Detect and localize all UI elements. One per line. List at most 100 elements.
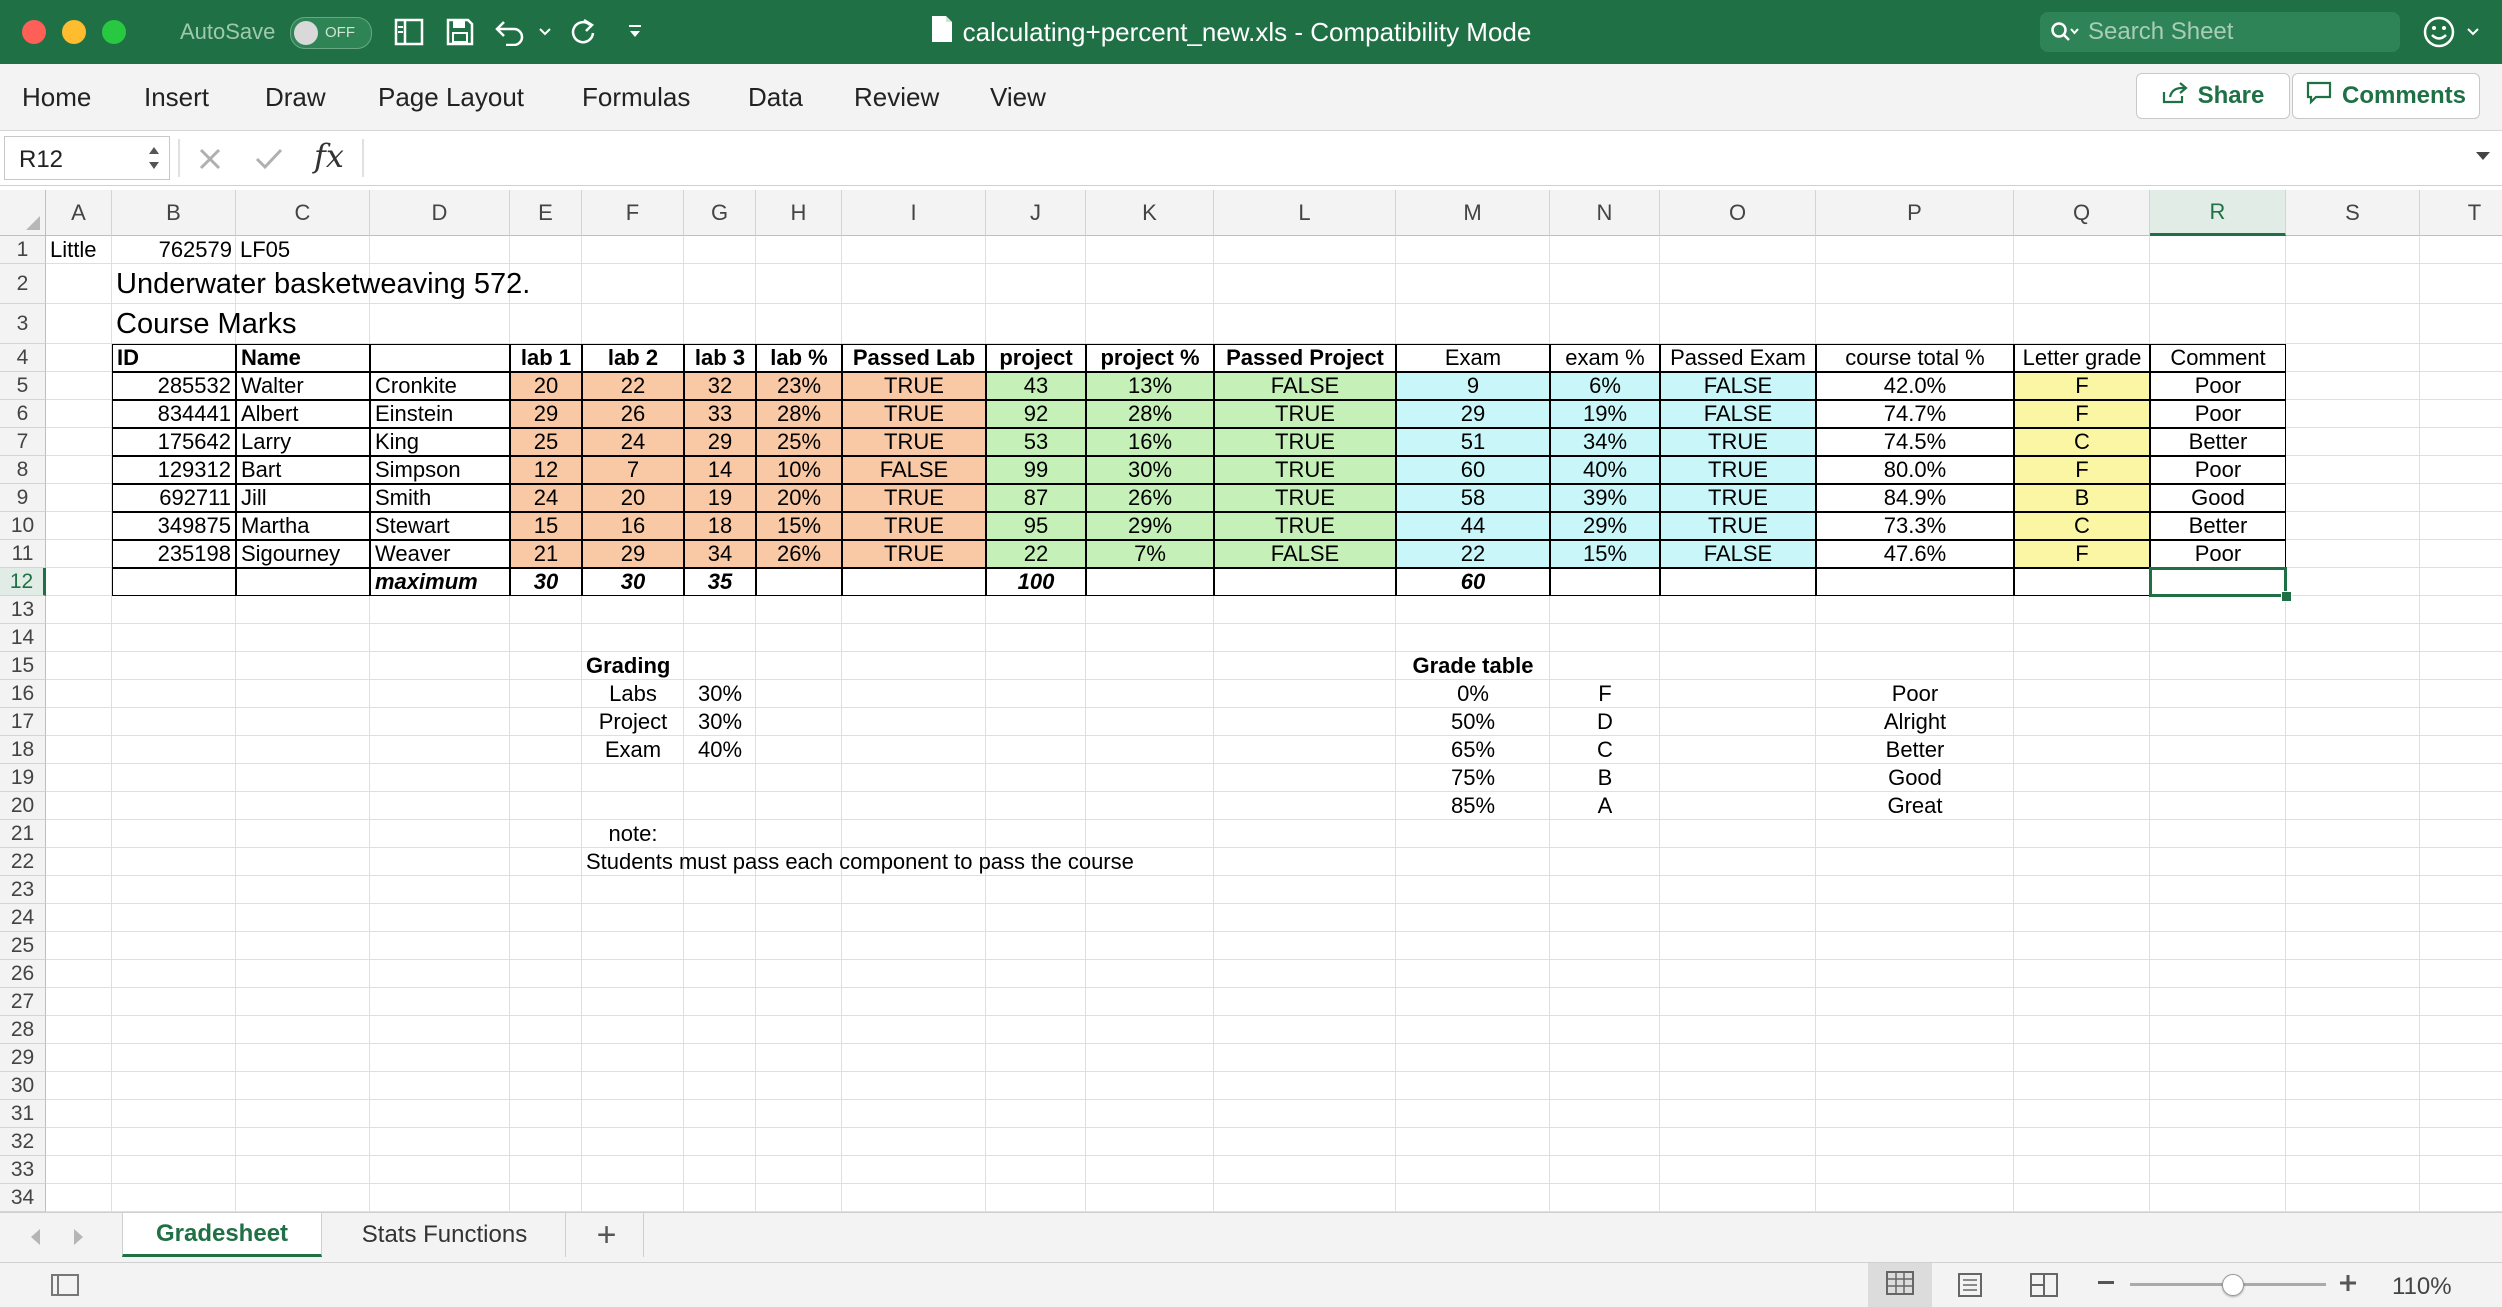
table-cell[interactable]: FALSE bbox=[842, 456, 986, 484]
feedback-dropdown-icon[interactable] bbox=[2466, 0, 2480, 64]
save-icon[interactable] bbox=[446, 0, 474, 64]
row-header-11[interactable]: 11 bbox=[0, 540, 46, 568]
table-cell[interactable]: FALSE bbox=[1214, 372, 1396, 400]
comments-button[interactable]: Comments bbox=[2292, 73, 2480, 119]
row-header-20[interactable]: 20 bbox=[0, 792, 46, 820]
table-header[interactable]: Passed Lab bbox=[842, 344, 986, 372]
table-cell[interactable]: 29 bbox=[510, 400, 582, 428]
table-cell[interactable]: TRUE bbox=[842, 512, 986, 540]
table-cell[interactable]: 34 bbox=[684, 540, 756, 568]
table-cell[interactable]: 28% bbox=[1086, 400, 1214, 428]
table-cell[interactable]: 20 bbox=[510, 372, 582, 400]
table-cell[interactable]: B bbox=[2014, 484, 2150, 512]
share-button[interactable]: Share bbox=[2136, 73, 2290, 119]
table-cell[interactable]: 20 bbox=[582, 484, 684, 512]
maximize-window-button[interactable] bbox=[102, 20, 126, 44]
close-window-button[interactable] bbox=[22, 20, 46, 44]
grade-comment[interactable]: Good bbox=[1816, 764, 2014, 792]
table-cell[interactable]: FALSE bbox=[1660, 540, 1816, 568]
row-header-27[interactable]: 27 bbox=[0, 988, 46, 1016]
table-cell[interactable]: 44 bbox=[1396, 512, 1550, 540]
column-header-k[interactable]: K bbox=[1086, 190, 1214, 236]
grade-comment[interactable]: Alright bbox=[1816, 708, 2014, 736]
cell-c1[interactable]: LF05 bbox=[236, 236, 370, 264]
table-cell[interactable]: 26% bbox=[1086, 484, 1214, 512]
table-cell[interactable]: 24 bbox=[510, 484, 582, 512]
select-all-corner[interactable] bbox=[0, 190, 46, 236]
table-cell[interactable]: FALSE bbox=[1660, 372, 1816, 400]
row-header-19[interactable]: 19 bbox=[0, 764, 46, 792]
table-cell[interactable]: 29 bbox=[582, 540, 684, 568]
page-layout-view-icon[interactable] bbox=[1956, 1273, 1984, 1302]
column-header-o[interactable]: O bbox=[1660, 190, 1816, 236]
table-cell[interactable]: 51 bbox=[1396, 428, 1550, 456]
macro-record-icon[interactable] bbox=[50, 1271, 80, 1304]
row-header-2[interactable]: 2 bbox=[0, 264, 46, 304]
table-cell[interactable]: F bbox=[2014, 372, 2150, 400]
row-header-28[interactable]: 28 bbox=[0, 1016, 46, 1044]
table-cell[interactable] bbox=[1086, 568, 1214, 596]
table-cell[interactable]: TRUE bbox=[1214, 512, 1396, 540]
cell-b1[interactable]: 762579 bbox=[112, 236, 236, 264]
tab-review[interactable]: Review bbox=[854, 82, 939, 113]
table-cell[interactable]: 16% bbox=[1086, 428, 1214, 456]
table-cell[interactable]: TRUE bbox=[1660, 512, 1816, 540]
table-cell[interactable]: 26% bbox=[756, 540, 842, 568]
column-header-n[interactable]: N bbox=[1550, 190, 1660, 236]
table-cell[interactable]: 32 bbox=[684, 372, 756, 400]
table-cell[interactable]: 29 bbox=[684, 428, 756, 456]
table-cell[interactable]: TRUE bbox=[842, 540, 986, 568]
table-header[interactable]: ID bbox=[112, 344, 236, 372]
table-cell[interactable]: 834441 bbox=[112, 400, 236, 428]
table-cell[interactable]: 21 bbox=[510, 540, 582, 568]
grade-letter[interactable]: C bbox=[1550, 736, 1660, 764]
row-header-29[interactable]: 29 bbox=[0, 1044, 46, 1072]
table-header[interactable]: project bbox=[986, 344, 1086, 372]
row-header-23[interactable]: 23 bbox=[0, 876, 46, 904]
table-cell[interactable]: F bbox=[2014, 540, 2150, 568]
table-cell[interactable]: 175642 bbox=[112, 428, 236, 456]
grade-comment[interactable]: Great bbox=[1816, 792, 2014, 820]
formula-input[interactable] bbox=[372, 137, 2462, 179]
table-cell[interactable]: 25% bbox=[756, 428, 842, 456]
row-header-3[interactable]: 3 bbox=[0, 304, 46, 344]
row-header-32[interactable]: 32 bbox=[0, 1128, 46, 1156]
row-header-25[interactable]: 25 bbox=[0, 932, 46, 960]
table-cell[interactable]: 95 bbox=[986, 512, 1086, 540]
table-cell[interactable]: 19 bbox=[684, 484, 756, 512]
table-cell[interactable]: TRUE bbox=[842, 372, 986, 400]
table-cell[interactable]: 6% bbox=[1550, 372, 1660, 400]
name-box-stepper-icon[interactable] bbox=[147, 143, 161, 178]
maximum-label[interactable]: maximum bbox=[370, 568, 510, 596]
table-cell[interactable] bbox=[236, 568, 370, 596]
grading-weight[interactable]: 40% bbox=[684, 736, 756, 764]
tab-formulas[interactable]: Formulas bbox=[582, 82, 690, 113]
table-cell[interactable]: 87 bbox=[986, 484, 1086, 512]
table-cell[interactable]: 29 bbox=[1396, 400, 1550, 428]
prev-sheet-icon[interactable] bbox=[28, 1227, 42, 1252]
column-header-l[interactable]: L bbox=[1214, 190, 1396, 236]
table-cell[interactable]: 28% bbox=[756, 400, 842, 428]
column-header-p[interactable]: P bbox=[1816, 190, 2014, 236]
table-cell[interactable]: 42.0% bbox=[1816, 372, 2014, 400]
column-header-m[interactable]: M bbox=[1396, 190, 1550, 236]
row-header-15[interactable]: 15 bbox=[0, 652, 46, 680]
table-cell[interactable]: 73.3% bbox=[1816, 512, 2014, 540]
table-cell[interactable]: 29% bbox=[1086, 512, 1214, 540]
grade-threshold[interactable]: 65% bbox=[1396, 736, 1550, 764]
sheet-tab-gradesheet[interactable]: Gradesheet bbox=[122, 1213, 322, 1257]
column-header-j[interactable]: J bbox=[986, 190, 1086, 236]
grading-component[interactable]: Exam bbox=[582, 736, 684, 764]
grade-threshold[interactable]: 50% bbox=[1396, 708, 1550, 736]
insert-function-icon[interactable]: fx bbox=[314, 137, 344, 175]
row-header-10[interactable]: 10 bbox=[0, 512, 46, 540]
row-header-1[interactable]: 1 bbox=[0, 236, 46, 264]
note-label[interactable]: note: bbox=[582, 820, 684, 848]
row-header-31[interactable]: 31 bbox=[0, 1100, 46, 1128]
table-header[interactable]: lab 1 bbox=[510, 344, 582, 372]
active-cell-selection[interactable] bbox=[2149, 567, 2287, 597]
table-cell[interactable]: 58 bbox=[1396, 484, 1550, 512]
table-cell[interactable]: Jill bbox=[236, 484, 370, 512]
column-header-t[interactable]: T bbox=[2420, 190, 2502, 236]
row-header-34[interactable]: 34 bbox=[0, 1184, 46, 1212]
